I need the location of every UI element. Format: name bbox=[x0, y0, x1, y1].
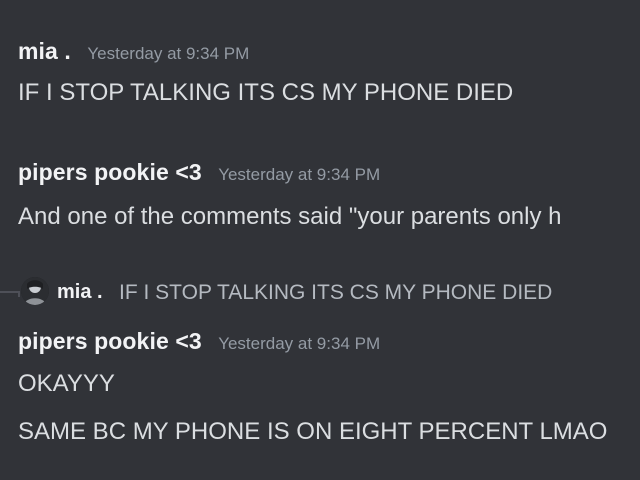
message-content: IF I STOP TALKING ITS CS MY PHONE DIED bbox=[18, 79, 514, 106]
author-name[interactable]: pipers pookie <3 bbox=[18, 159, 202, 185]
message-content: And one of the comments said "your paren… bbox=[18, 203, 562, 230]
message-timestamp: Yesterday at 9:34 PM bbox=[87, 44, 250, 63]
message-header: pipers pookie <3 Yesterday at 9:34 PM bbox=[18, 161, 380, 184]
message-timestamp: Yesterday at 9:34 PM bbox=[218, 334, 381, 353]
message-timestamp: Yesterday at 9:34 PM bbox=[218, 165, 381, 184]
message-content: SAME BC MY PHONE IS ON EIGHT PERCENT LMA… bbox=[18, 418, 608, 445]
reply-author-name[interactable]: mia . bbox=[57, 281, 103, 304]
message-header: pipers pookie <3 Yesterday at 9:34 PM bbox=[18, 330, 380, 353]
message-content: OKAYYY bbox=[18, 370, 115, 397]
message-header: mia . Yesterday at 9:34 PM bbox=[18, 40, 249, 63]
author-name[interactable]: mia . bbox=[18, 38, 71, 64]
reply-spine bbox=[0, 291, 20, 297]
author-name[interactable]: pipers pookie <3 bbox=[18, 328, 202, 354]
message-list: mia . Yesterday at 9:34 PM IF I STOP TAL… bbox=[0, 0, 640, 480]
reply-message-preview[interactable]: IF I STOP TALKING ITS CS MY PHONE DIED bbox=[119, 281, 552, 305]
user-avatar-icon[interactable] bbox=[21, 277, 49, 305]
